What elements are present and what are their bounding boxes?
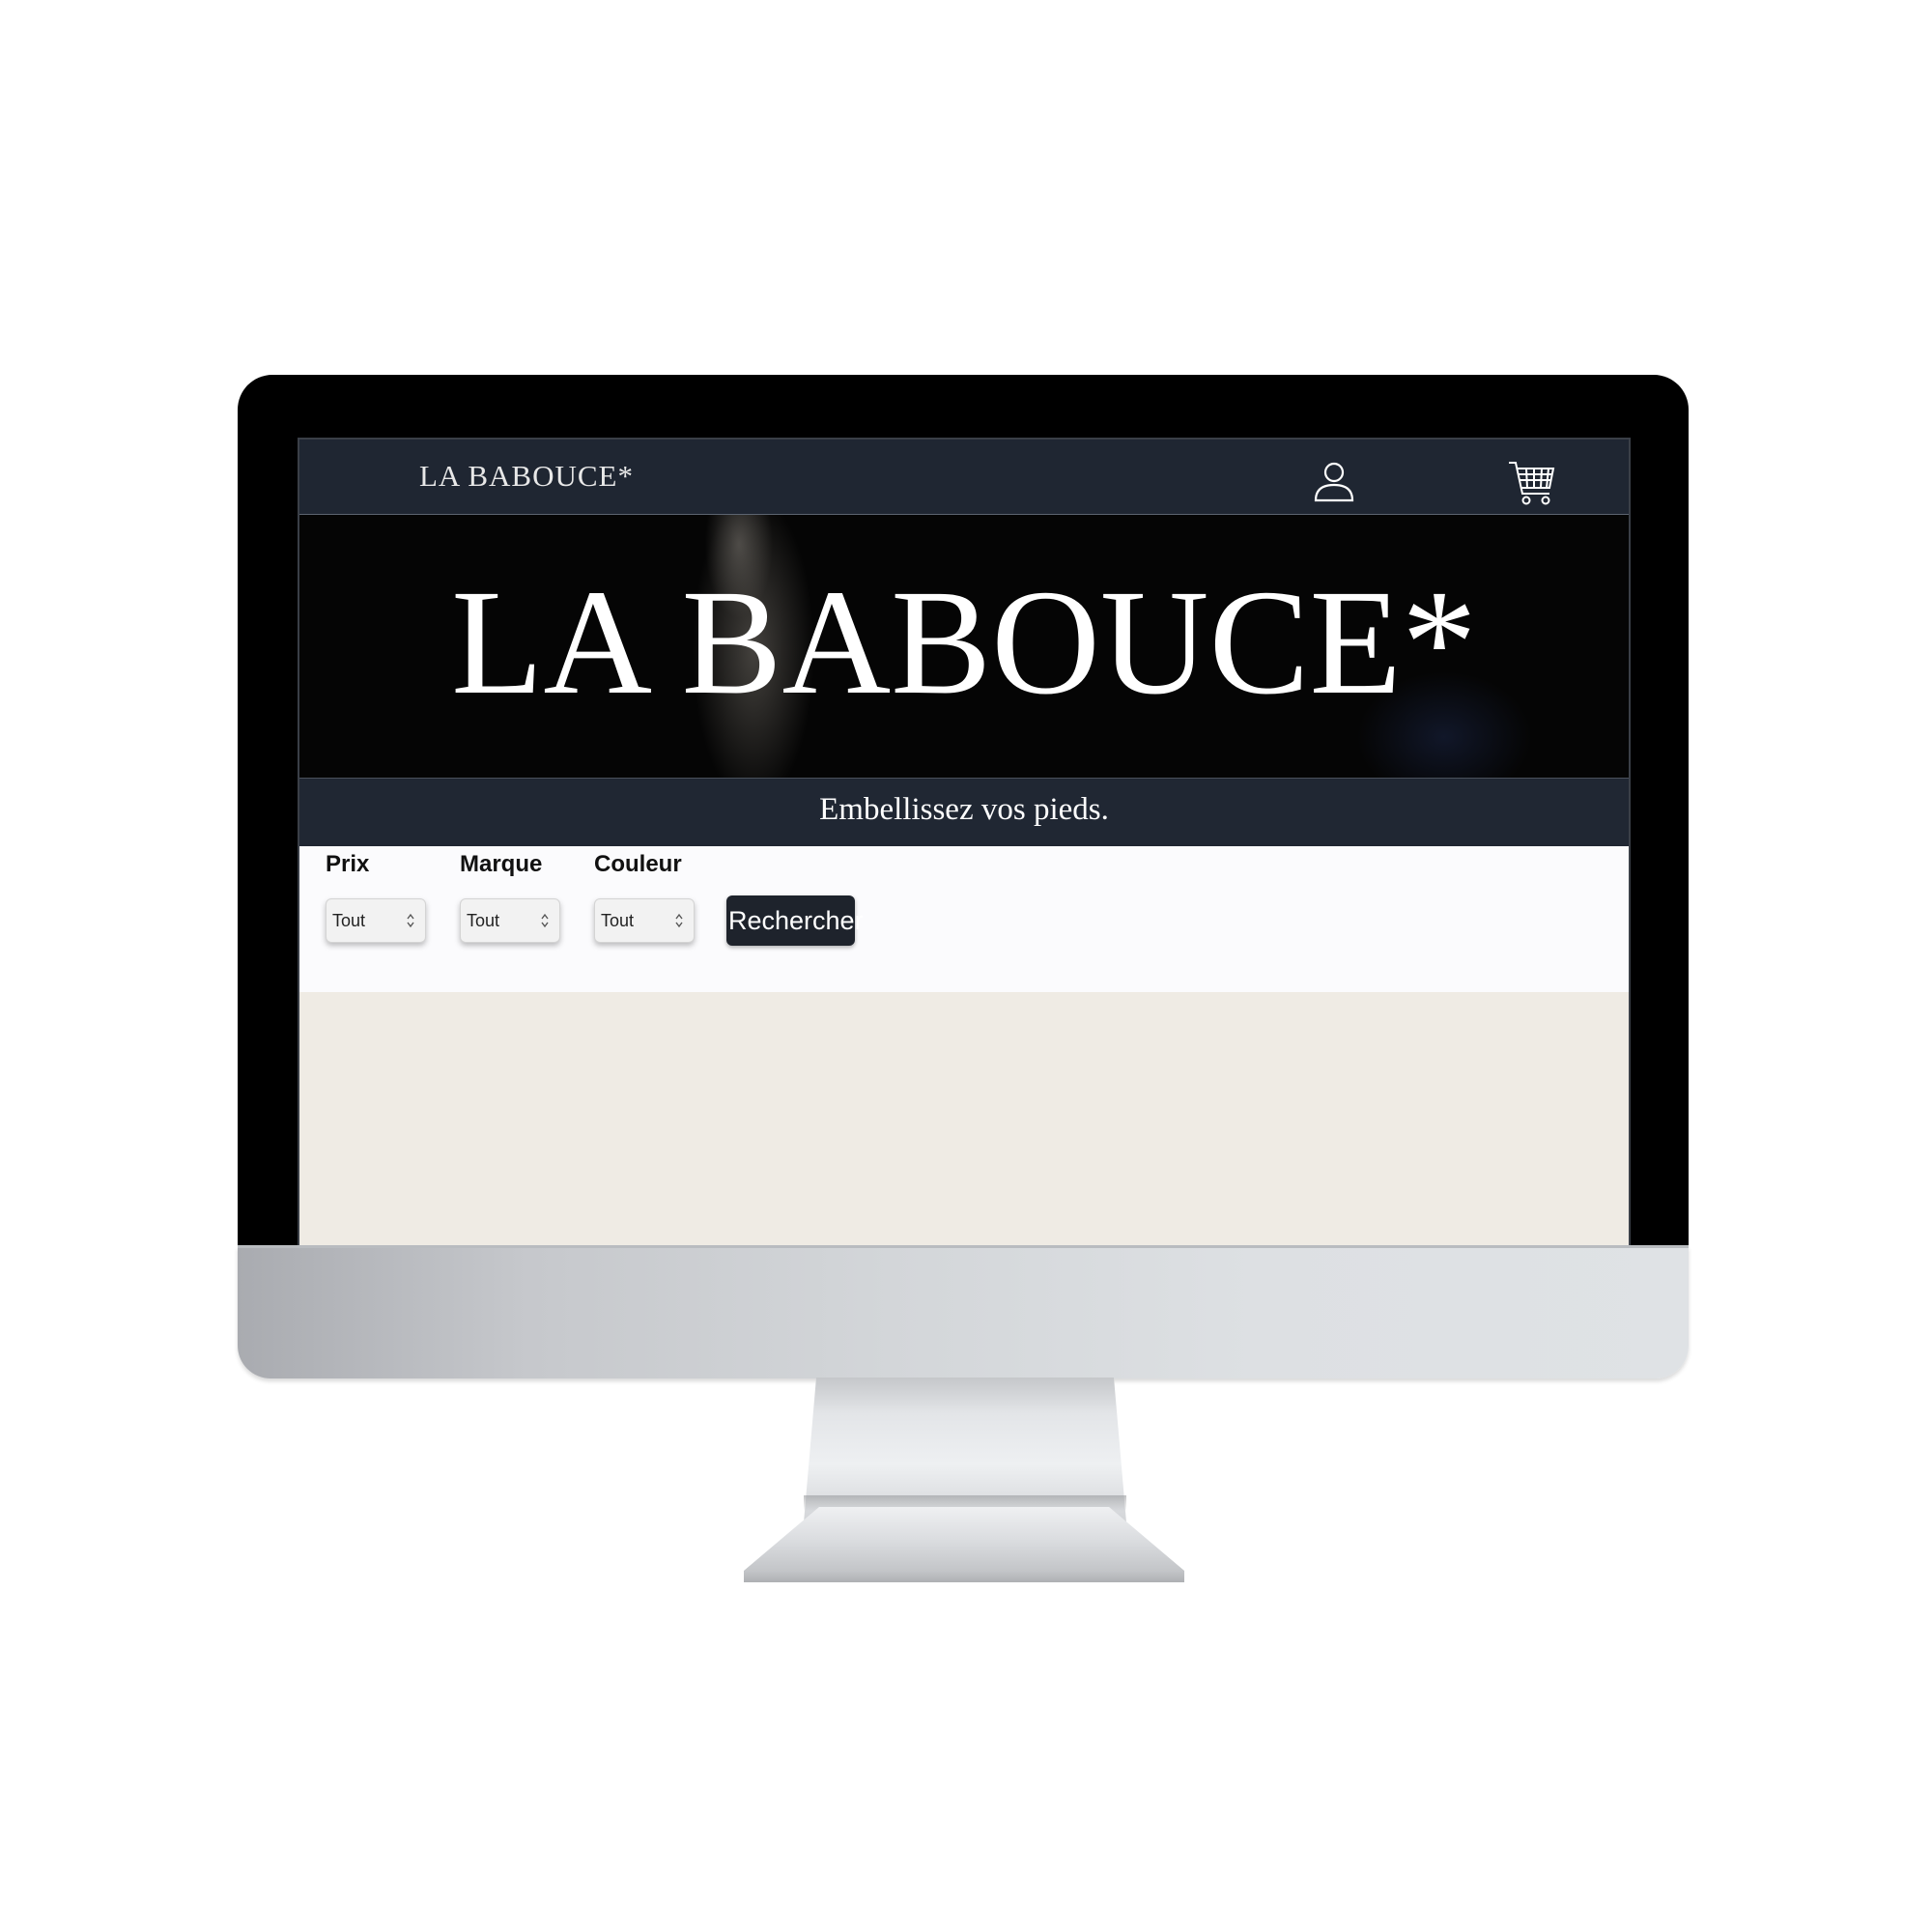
filter-bar: Prix Marque Couleur Tout Tout Tout Reche… xyxy=(299,846,1629,992)
monitor-chin xyxy=(238,1246,1689,1378)
hero-title: LA BABOUCE* xyxy=(451,558,1477,725)
user-icon[interactable] xyxy=(1312,459,1356,503)
chevron-updown-icon xyxy=(407,913,414,928)
chevron-updown-icon xyxy=(675,913,683,928)
price-select-value: Tout xyxy=(332,911,366,930)
color-select-value: Tout xyxy=(601,911,635,930)
color-select[interactable]: Tout xyxy=(594,898,695,943)
chevron-updown-icon xyxy=(541,913,549,928)
nav-logo[interactable]: LA BABOUCE* xyxy=(419,459,634,494)
color-filter-label: Couleur xyxy=(594,851,682,877)
product-content-area xyxy=(299,992,1629,1245)
hero-banner: LA BABOUCE* xyxy=(299,515,1629,779)
website-screen: LA BABOUCE* LA BABOUCE* Embellissez vos … xyxy=(298,438,1631,1245)
tagline-bar: Embellissez vos pieds. xyxy=(299,779,1629,846)
monitor-chin-edge xyxy=(238,1245,1689,1248)
price-select[interactable]: Tout xyxy=(326,898,426,943)
top-navbar: LA BABOUCE* xyxy=(299,440,1629,515)
monitor-stand-base xyxy=(744,1507,1184,1582)
search-button[interactable]: Rechercher xyxy=(726,895,864,946)
price-filter-label: Prix xyxy=(326,851,370,877)
cart-icon[interactable] xyxy=(1507,459,1557,509)
brand-select-value: Tout xyxy=(467,911,500,930)
tagline: Embellissez vos pieds. xyxy=(819,792,1109,827)
brand-filter-label: Marque xyxy=(460,851,543,877)
search-button-label: Rechercher xyxy=(728,906,864,935)
brand-select[interactable]: Tout xyxy=(460,898,560,943)
